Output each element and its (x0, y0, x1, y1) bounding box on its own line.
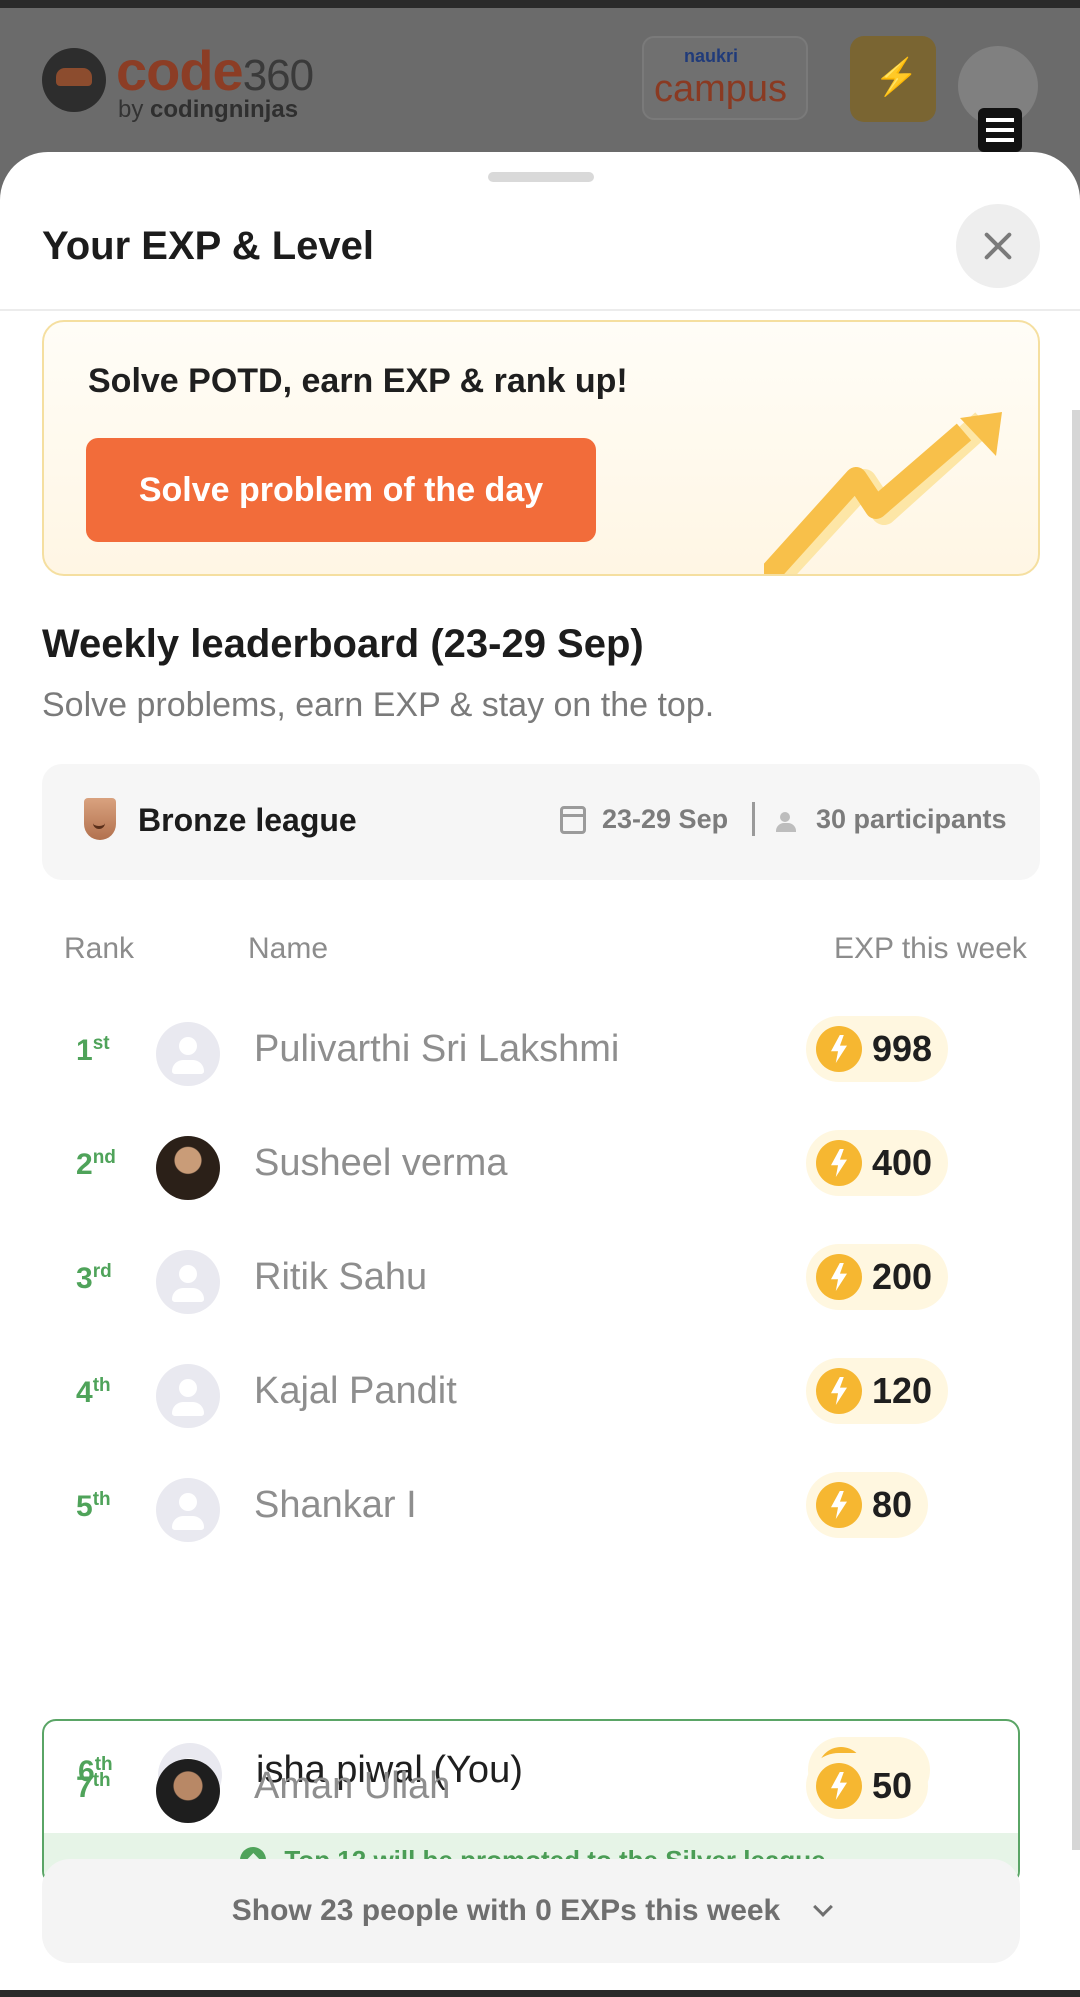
bottom-strip (0, 1990, 1080, 1997)
user-name: Shankar I (254, 1484, 417, 1526)
show-more-label: Show 23 people with 0 EXPs this week (231, 1894, 781, 1927)
solve-potd-button[interactable]: Solve problem of the day (86, 438, 596, 542)
drag-handle[interactable] (488, 172, 594, 182)
avatar (156, 1759, 220, 1823)
user-name: Ritik Sahu (254, 1256, 428, 1298)
bolt-icon (816, 1482, 862, 1528)
trend-arrow-icon (764, 412, 1002, 574)
league-name: Bronze league (138, 802, 357, 838)
avatar (156, 1250, 220, 1314)
logo-text[interactable]: code360 (116, 38, 314, 103)
user-name: Aman Ullah (254, 1765, 451, 1807)
avatar (156, 1022, 220, 1086)
rank-label: 5th (76, 1489, 111, 1523)
rank-label: 3rd (76, 1261, 112, 1295)
rank-column-header: Rank (64, 932, 135, 965)
naukri-campus-button[interactable]: naukri campus (642, 36, 808, 120)
exp-column-header: EXP this week (834, 932, 1027, 965)
user-name: Pulivarthi Sri Lakshmi (254, 1028, 620, 1070)
rank-label: 2nd (76, 1147, 116, 1181)
avatar (156, 1478, 220, 1542)
separator (752, 802, 755, 836)
table-row[interactable]: 5th Shankar I 80 (42, 1462, 1040, 1558)
table-row[interactable]: 4th Kajal Pandit 120 (42, 1348, 1040, 1444)
bolt-icon (816, 1140, 862, 1186)
user-name: Susheel verma (254, 1142, 508, 1184)
rank-label: 4th (76, 1375, 111, 1409)
sheet-title: Your EXP & Level (42, 224, 374, 268)
menu-icon[interactable] (978, 108, 1022, 152)
divider (0, 309, 1080, 311)
exp-badge: 200 (806, 1244, 949, 1310)
rank-label: 7th (76, 1770, 111, 1804)
show-more-button[interactable]: Show 23 people with 0 EXPs this week (42, 1859, 1020, 1963)
table-row[interactable]: 7th Aman Ullah 50 (42, 1743, 1040, 1839)
table-row[interactable]: 2nd Susheel verma 400 (42, 1120, 1040, 1216)
potd-card: Solve POTD, earn EXP & rank up! Solve pr… (42, 320, 1040, 576)
status-strip (0, 0, 1080, 8)
exp-badge: 998 (806, 1016, 949, 1082)
campus-label: campus (654, 68, 788, 110)
bolt-icon (816, 1254, 862, 1300)
bolt-icon (816, 1026, 862, 1072)
bronze-shield-icon (84, 798, 116, 840)
table-row[interactable]: 1st Pulivarthi Sri Lakshmi 998 (42, 1006, 1040, 1102)
potd-text: Solve POTD, earn EXP & rank up! (88, 362, 628, 400)
exp-badge: 50 (806, 1753, 929, 1819)
close-button[interactable] (956, 204, 1040, 288)
user-name: Kajal Pandit (254, 1370, 457, 1412)
bolt-icon (816, 1763, 862, 1809)
calendar-icon (560, 806, 586, 834)
leaderboard-subtitle: Solve problems, earn EXP & stay on the t… (42, 686, 715, 724)
bolt-icon (816, 1368, 862, 1414)
exp-badge: 120 (806, 1358, 949, 1424)
exp-bolt-button[interactable] (850, 36, 936, 122)
logo-subtext: by codingninjas (118, 96, 299, 123)
league-dates: 23-29 Sep (602, 804, 729, 834)
exp-badge: 400 (806, 1130, 949, 1196)
participants-count: 30 participants (816, 804, 1007, 834)
avatar (156, 1136, 220, 1200)
exp-badge: 80 (806, 1472, 929, 1538)
participants-icon (776, 812, 802, 832)
name-column-header: Name (248, 932, 329, 965)
exp-level-sheet: Your EXP & Level Solve POTD, earn EXP & … (0, 152, 1080, 1992)
league-bar: Bronze league 23-29 Sep 30 participants (42, 764, 1040, 880)
rank-label: 1st (76, 1033, 110, 1067)
campus-label-top: naukri (684, 46, 739, 66)
chevron-down-icon (813, 1897, 834, 1917)
avatar (156, 1364, 220, 1428)
code360-logo-icon[interactable] (42, 48, 106, 112)
scrollbar[interactable] (1072, 410, 1080, 1850)
leaderboard-title: Weekly leaderboard (23-29 Sep) (42, 622, 644, 666)
table-row[interactable]: 3rd Ritik Sahu 200 (42, 1234, 1040, 1330)
